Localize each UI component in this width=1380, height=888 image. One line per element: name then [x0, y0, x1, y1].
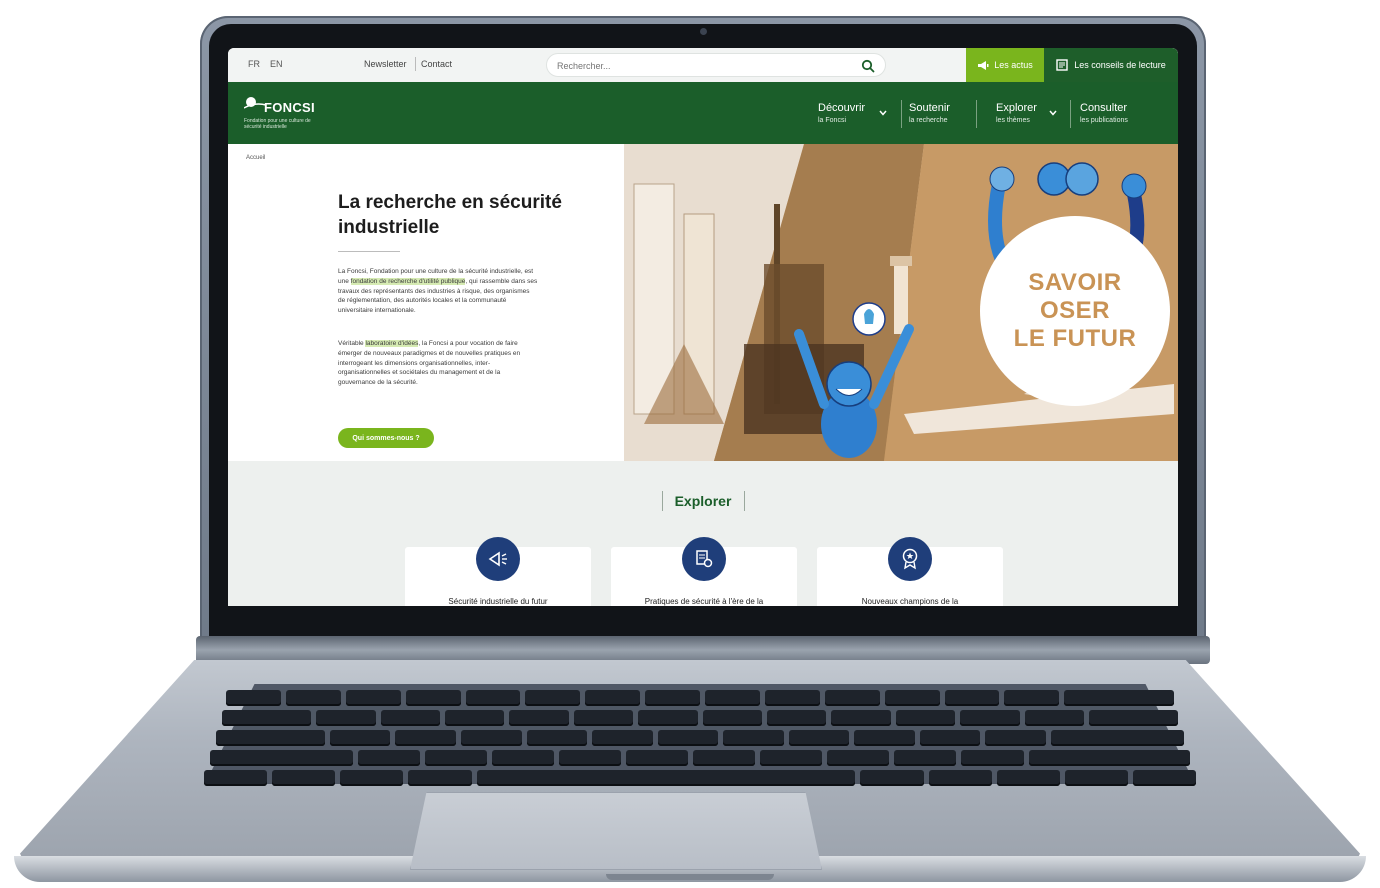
- nav-divider: [976, 100, 977, 128]
- nav-title: Découvrir: [818, 102, 866, 114]
- search-box: [546, 53, 886, 77]
- page-title: La recherche en sécurité industrielle: [338, 192, 562, 238]
- keyboard-row: [216, 730, 1184, 746]
- logo-tagline: Fondation pour une culture de sécurité i…: [244, 118, 311, 130]
- nav-title: Explorer: [996, 102, 1037, 114]
- lang-en-link[interactable]: EN: [270, 59, 283, 69]
- explore-section: Explorer Sécurité industrielle du futur …: [228, 461, 1178, 606]
- mission-paragraph: Véritable laboratoire d'idées, la Foncsi…: [338, 339, 538, 388]
- nav-subtitle: la recherche: [909, 117, 948, 124]
- nav-subtitle: les thèmes: [996, 117, 1030, 124]
- megaphone-icon: [476, 537, 520, 581]
- card-label: Nouveaux champions de la: [861, 597, 959, 606]
- contact-link[interactable]: Contact: [421, 59, 452, 69]
- divider: [415, 57, 416, 71]
- lid-notch: [606, 874, 774, 880]
- logo-mark-icon: [244, 97, 266, 109]
- chevron-down-icon[interactable]: [878, 108, 888, 118]
- laptop-hinge: [196, 636, 1210, 664]
- card-label: Pratiques de sécurité à l'ère de la: [644, 597, 764, 606]
- search-input[interactable]: [557, 59, 847, 73]
- card-label: Sécurité industrielle du futur: [448, 597, 548, 606]
- highlight-link[interactable]: fondation de recherche d'utilité publiqu…: [350, 277, 466, 285]
- chevron-down-icon[interactable]: [1048, 108, 1058, 118]
- highlight-link[interactable]: laboratoire d'idées: [365, 340, 419, 347]
- main-nav: FONCSI Fondation pour une culture de séc…: [228, 82, 1178, 144]
- logo-name: FONCSI: [264, 100, 315, 115]
- news-button[interactable]: Les actus: [966, 48, 1044, 82]
- badge-text: SAVOIR OSER LE FUTUR: [1014, 269, 1137, 353]
- newsletter-link[interactable]: Newsletter: [364, 59, 407, 69]
- tagline-badge: SAVOIR OSER LE FUTUR: [980, 216, 1170, 406]
- megaphone-icon: [978, 60, 989, 70]
- lang-fr-link[interactable]: FR: [248, 59, 260, 69]
- nav-consulter[interactable]: Consulter les publications: [1080, 102, 1128, 124]
- keyboard-row: [226, 690, 1174, 706]
- section-title: Explorer: [674, 493, 732, 509]
- foncsi-logo[interactable]: FONCSI Fondation pour une culture de séc…: [242, 94, 332, 136]
- nav-subtitle: les publications: [1080, 117, 1128, 124]
- news-button-label: Les actus: [994, 60, 1033, 70]
- nav-soutenir[interactable]: Soutenir la recherche: [909, 102, 950, 124]
- reading-tips-label: Les conseils de lecture: [1074, 60, 1166, 70]
- about-us-button[interactable]: Qui sommes-nous ?: [338, 428, 434, 448]
- nav-title: Consulter: [1080, 102, 1128, 114]
- nav-divider: [901, 100, 902, 128]
- title-bracket: [744, 491, 745, 511]
- nav-divider: [1070, 100, 1071, 128]
- newspaper-icon: [1056, 59, 1068, 71]
- utility-bar: FR EN Newsletter Contact Les actus: [228, 48, 1178, 82]
- badge-line: LE FUTUR: [1013, 325, 1137, 352]
- badge-line: OSER: [1039, 297, 1110, 324]
- keyboard-row: [222, 710, 1179, 726]
- trackpad: [410, 792, 822, 870]
- webcam: [700, 28, 707, 35]
- nav-title: Soutenir: [909, 102, 950, 114]
- intro-paragraph: La Foncsi, Fondation pour une culture de…: [338, 267, 538, 316]
- keyboard-row: [204, 770, 1197, 786]
- badge-line: SAVOIR: [1028, 269, 1122, 296]
- award-medal-icon: [888, 537, 932, 581]
- search-icon[interactable]: [861, 59, 875, 73]
- text: Véritable: [338, 340, 366, 347]
- keyboard-row: [210, 750, 1190, 766]
- nav-subtitle: la Foncsi: [818, 117, 847, 124]
- reading-tips-button[interactable]: Les conseils de lecture: [1044, 48, 1178, 82]
- breadcrumb[interactable]: Accueil: [246, 155, 265, 161]
- title-rule: [338, 251, 400, 252]
- nav-decouvrir[interactable]: Découvrir la Foncsi: [818, 102, 865, 124]
- website-screen: FR EN Newsletter Contact Les actus: [228, 48, 1178, 606]
- nav-explorer[interactable]: Explorer les thèmes: [996, 102, 1037, 124]
- document-gear-icon: [682, 537, 726, 581]
